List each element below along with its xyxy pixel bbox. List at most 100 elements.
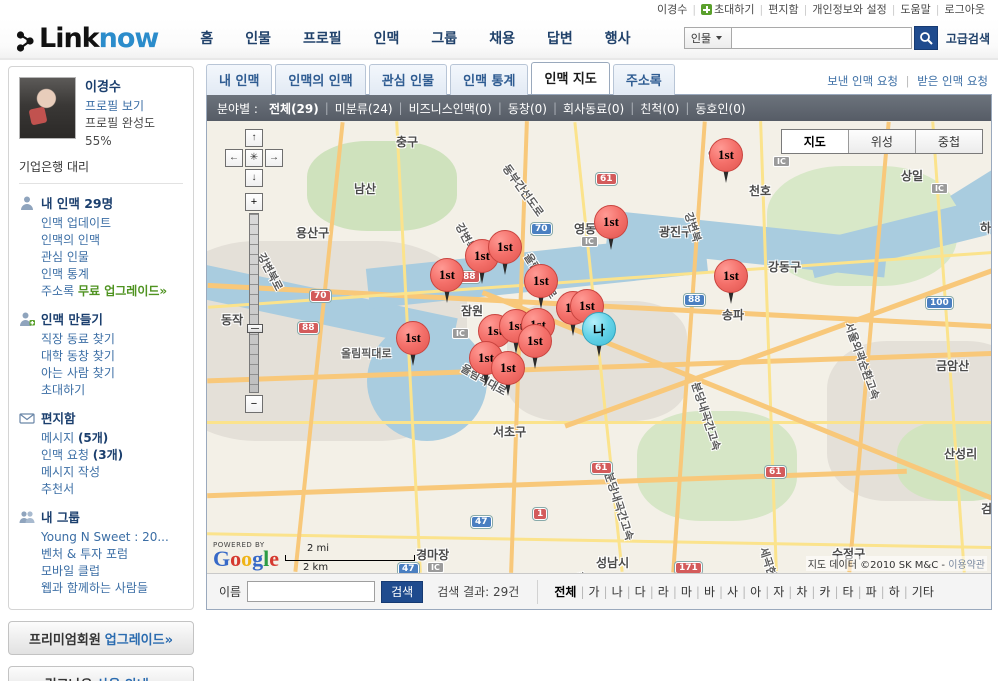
filter-option-relatives[interactable]: 친척(0) [634, 100, 685, 117]
alpha-filter-7[interactable]: 사 [723, 583, 742, 600]
map-marker-1st-0[interactable]: 1st [709, 138, 745, 184]
nav-item-events[interactable]: 행사 [589, 24, 647, 52]
site-logo[interactable]: Link now [16, 23, 159, 54]
nav-item-answers[interactable]: 답변 [531, 24, 589, 52]
list-item: 주소록 무료 업그레이드» [41, 283, 183, 300]
search-input[interactable] [731, 27, 912, 49]
alpha-filter-15[interactable]: 기타 [908, 583, 938, 600]
pan-left-button[interactable]: ← [225, 149, 243, 167]
tab-addressbook[interactable]: 주소록 [612, 64, 675, 95]
zoom-out-button[interactable]: − [245, 395, 263, 413]
nav-item-profile[interactable]: 프로필 [287, 24, 358, 52]
alpha-filter-5[interactable]: 마 [677, 583, 696, 600]
zoom-slider-track[interactable] [247, 213, 263, 393]
pan-right-button[interactable]: → [265, 149, 283, 167]
name-search-input[interactable] [247, 581, 376, 602]
tab-network-of-network[interactable]: 인맥의 인맥 [275, 64, 366, 95]
filter-option-club[interactable]: 동호인(0) [689, 100, 751, 117]
tab-network-map[interactable]: 인맥 지도 [531, 62, 610, 94]
sidebar-item-messages[interactable]: 메시지 (5개) [41, 431, 108, 445]
filter-option-coworkers[interactable]: 회사동료(0) [557, 100, 630, 117]
map-marker-1st-6[interactable]: 1st [524, 264, 560, 310]
map-marker-1st-13[interactable]: 1st [396, 321, 432, 367]
alpha-filter-6[interactable]: 바 [700, 583, 719, 600]
sidebar-item-find-coworkers[interactable]: 직장 동료 찾기 [41, 332, 115, 346]
sidebar-item-addressbook-upgrade[interactable]: 주소록 무료 업그레이드» [41, 284, 167, 298]
alpha-filter-12[interactable]: 타 [839, 583, 858, 600]
pan-up-button[interactable]: ↑ [245, 129, 263, 147]
map-zoom-control[interactable]: + − [245, 193, 263, 413]
map-marker-1st-1[interactable]: 1st [594, 205, 630, 251]
sidebar-item-group-mobile-club[interactable]: 모바일 클럽 [41, 564, 100, 578]
terms-of-use-link[interactable]: 이용약관 [948, 560, 985, 571]
map-marker-1st-15[interactable]: 1st [491, 351, 527, 397]
top-user-link[interactable]: 이경수 [652, 1, 692, 17]
sidebar-item-find-alumni[interactable]: 대학 동창 찾기 [41, 349, 115, 363]
premium-upgrade-button[interactable]: 프리미엄회원 업그레이드» [8, 621, 194, 656]
sidebar-item-group-venture-forum[interactable]: 벤처 & 투자 포럼 [41, 547, 128, 561]
filter-option-business[interactable]: 비즈니스인맥(0) [403, 100, 498, 117]
tab-network-stats[interactable]: 인맥 통계 [450, 64, 529, 95]
alpha-filter-4[interactable]: 라 [654, 583, 673, 600]
alpha-filter-13[interactable]: 파 [862, 583, 881, 600]
google-map[interactable]: 남산용산구충구영동광진구강동구천호암상일잠원동작송파서초구경마장성남시수정구산성… [207, 121, 991, 573]
alpha-filter-8[interactable]: 아 [746, 583, 765, 600]
search-button[interactable] [913, 26, 938, 50]
zoom-slider-thumb[interactable] [247, 324, 263, 333]
sidebar-item-network-of-network[interactable]: 인맥의 인맥 [41, 233, 100, 247]
sidebar-item-network-requests[interactable]: 인맥 요청 (3개) [41, 448, 123, 462]
sidebar-item-recommendations[interactable]: 추천서 [41, 482, 74, 496]
top-link-settings[interactable]: 개인정보와 설정 [807, 1, 891, 17]
sidebar-item-compose[interactable]: 메시지 작성 [41, 465, 100, 479]
top-link-inbox[interactable]: 편지함 [763, 1, 803, 17]
filter-option-alumni[interactable]: 동창(0) [502, 100, 553, 117]
alpha-filter-0[interactable]: 전체 [550, 583, 580, 600]
map-marker-1st-4[interactable]: 1st [488, 230, 524, 276]
nav-item-jobs[interactable]: 채용 [473, 24, 531, 52]
avatar[interactable] [19, 77, 76, 139]
alpha-filter-11[interactable]: 카 [815, 583, 834, 600]
tab-my-network[interactable]: 내 인맥 [206, 64, 273, 95]
advanced-search-link[interactable]: 고급검색 [946, 30, 990, 47]
alpha-filter-9[interactable]: 자 [769, 583, 788, 600]
map-type-hybrid-button[interactable]: 중첩 [915, 130, 982, 153]
map-type-roadmap-button[interactable]: 지도 [781, 130, 849, 153]
nav-item-home[interactable]: 홈 [184, 24, 229, 52]
top-link-invite[interactable]: 초대하기 [696, 1, 759, 17]
filter-option-all[interactable]: 전체(29) [263, 100, 325, 117]
usage-guide-button[interactable]: 링크나우 사용 안내» [8, 666, 194, 681]
received-requests-link[interactable]: 받은 인맥 요청 [913, 74, 992, 88]
map-pan-control[interactable]: ↑ ← ✳ → ↓ [225, 129, 283, 187]
alpha-filter-3[interactable]: 다 [631, 583, 650, 600]
interchange-icon-3: IC [452, 328, 469, 339]
alpha-filter-10[interactable]: 차 [792, 583, 811, 600]
sent-requests-link[interactable]: 보낸 인맥 요청 [823, 74, 902, 88]
map-type-satellite-button[interactable]: 위성 [848, 130, 916, 153]
top-link-logout[interactable]: 로그아웃 [940, 1, 990, 17]
alpha-filter-1[interactable]: 가 [584, 583, 603, 600]
alpha-filter-2[interactable]: 나 [608, 583, 627, 600]
sidebar-item-group-web-people[interactable]: 웹과 함께하는 사람들 [41, 581, 148, 595]
sidebar-item-invite[interactable]: 초대하기 [41, 383, 85, 397]
sidebar-item-network-updates[interactable]: 인맥 업데이트 [41, 216, 111, 230]
view-profile-link[interactable]: 프로필 보기 [85, 98, 183, 115]
tab-watched-people[interactable]: 관심 인물 [368, 64, 448, 95]
pan-down-button[interactable]: ↓ [245, 169, 263, 187]
sidebar-item-group-young-n-sweet[interactable]: Young N Sweet : 20... [41, 530, 169, 544]
nav-item-group[interactable]: 그룹 [415, 24, 473, 52]
alpha-filter-14[interactable]: 하 [885, 583, 904, 600]
zoom-in-button[interactable]: + [245, 193, 263, 211]
sidebar-item-network-stats[interactable]: 인맥 통계 [41, 267, 89, 281]
map-marker-me[interactable]: 나 [582, 312, 618, 358]
sidebar-item-watched-people[interactable]: 관심 인물 [41, 250, 89, 264]
nav-item-people[interactable]: 인물 [229, 24, 287, 52]
name-search-button[interactable]: 검색 [381, 580, 424, 603]
map-marker-1st-5[interactable]: 1st [430, 258, 466, 304]
sidebar-item-find-acquaintances[interactable]: 아는 사람 찾기 [41, 366, 115, 380]
search-category-select[interactable]: 인물 [683, 27, 732, 49]
nav-item-network[interactable]: 인맥 [358, 24, 416, 52]
filter-option-uncategorized[interactable]: 미분류(24) [329, 100, 399, 117]
map-marker-1st-2[interactable]: 1st [714, 259, 750, 305]
top-link-help[interactable]: 도움말 [895, 1, 935, 17]
pan-center-button[interactable]: ✳ [245, 149, 263, 167]
